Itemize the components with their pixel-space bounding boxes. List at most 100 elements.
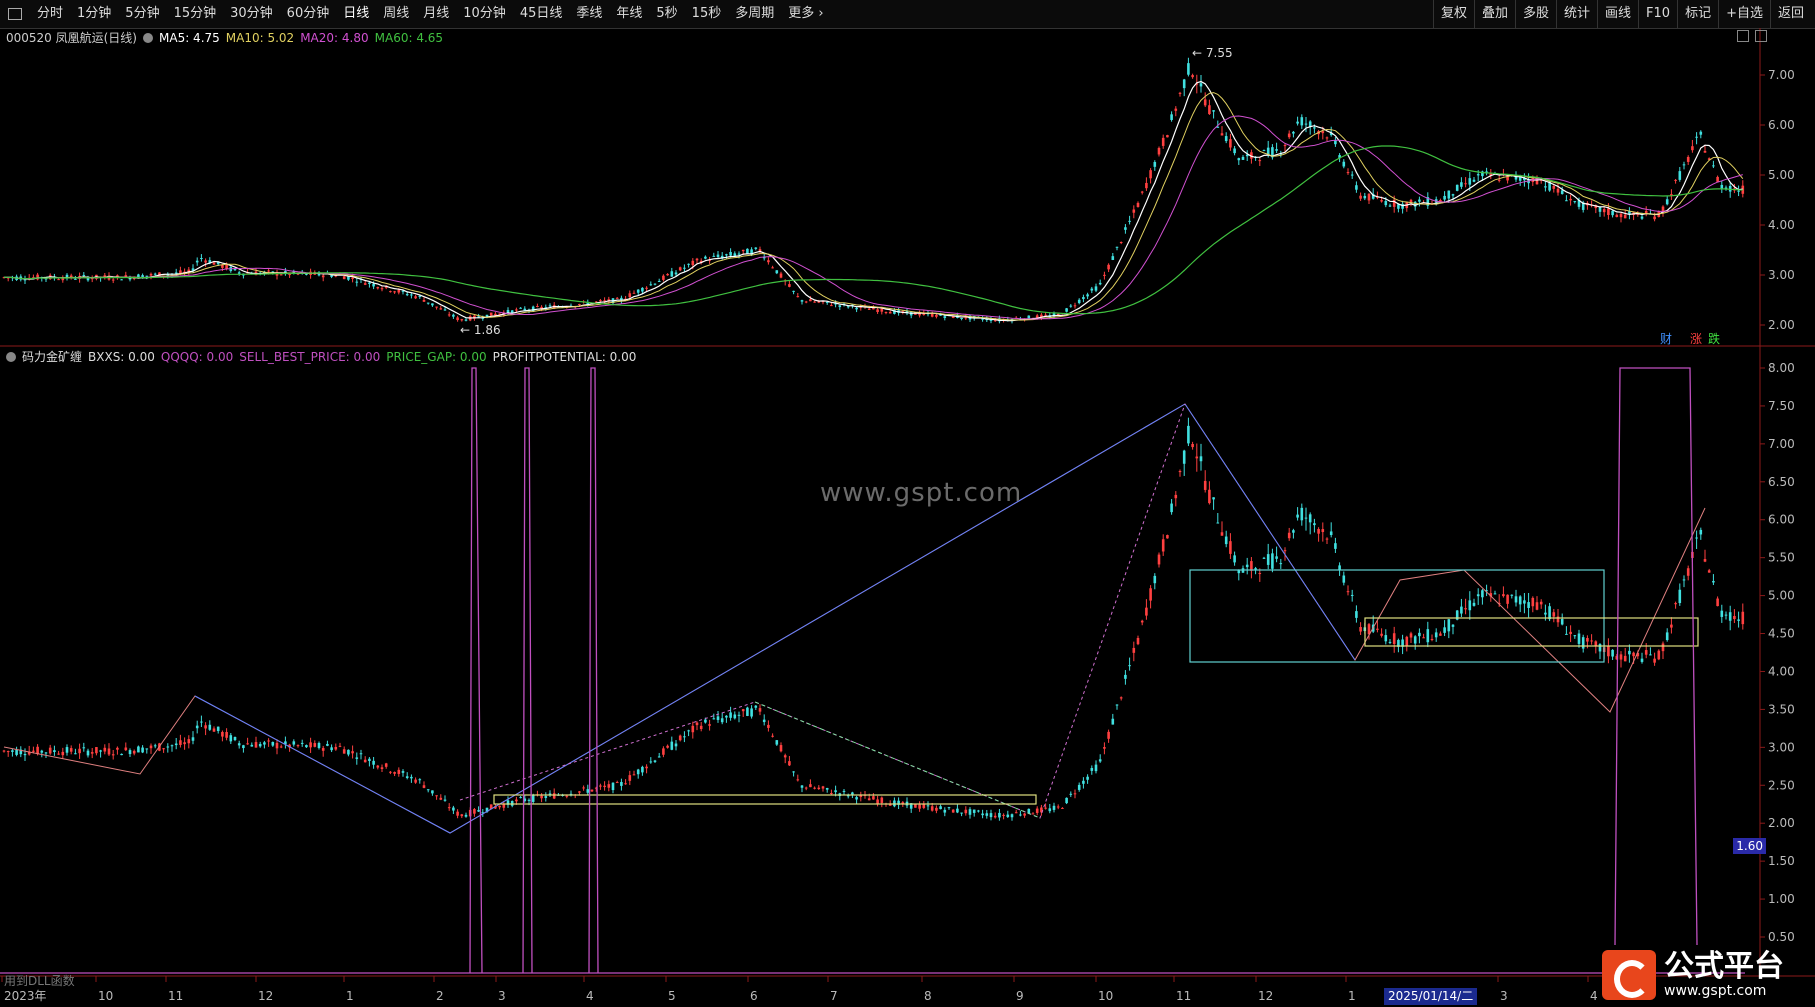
price-candle <box>960 318 963 320</box>
diamond-icon[interactable] <box>1737 30 1749 42</box>
ind-candle <box>1191 444 1194 448</box>
ind-candle <box>972 809 976 813</box>
ind-candle <box>1132 647 1136 653</box>
x-label-10: 7 <box>830 989 838 1003</box>
price-candle <box>368 282 371 285</box>
price-candle <box>1602 209 1606 213</box>
ind-candle <box>1724 614 1728 616</box>
ind-tick-label-14: 1.00 <box>1768 892 1795 906</box>
ind-candle <box>1670 624 1673 628</box>
price-candle <box>1115 246 1119 248</box>
ind-candle <box>1434 632 1438 638</box>
price-candle <box>1145 182 1148 189</box>
price-candle <box>1220 133 1224 136</box>
ind-candle <box>1405 636 1409 646</box>
ind-candle <box>1590 640 1593 642</box>
price-candle <box>1094 286 1098 291</box>
ind-candle <box>645 766 648 769</box>
ind-candle <box>1447 619 1451 632</box>
price-candle <box>771 267 774 269</box>
ind-candle <box>758 708 762 712</box>
ind-candle <box>166 746 170 748</box>
ind-candle <box>15 749 18 755</box>
ind-candle <box>69 748 73 752</box>
price-candle <box>204 260 207 263</box>
price-candle <box>1292 131 1295 134</box>
price-candle <box>1476 174 1480 176</box>
price-candle <box>1460 182 1463 187</box>
ind-candle <box>1056 806 1060 808</box>
price-candle <box>536 305 539 307</box>
ind-candle <box>1548 606 1551 620</box>
price-candle <box>1224 136 1228 142</box>
ind-candle <box>1712 580 1715 583</box>
price-candle <box>1233 148 1236 154</box>
price-candle <box>1178 92 1182 94</box>
price-candle <box>1090 288 1094 291</box>
x-label-7: 4 <box>586 989 594 1003</box>
price-candle <box>279 274 283 276</box>
ind-candle <box>414 779 417 783</box>
ind-candle <box>1728 612 1732 621</box>
price-candle <box>1384 201 1388 206</box>
ind-candle <box>1569 631 1572 635</box>
price-candle <box>1569 198 1572 201</box>
ind-tick-label-1: 7.50 <box>1768 399 1795 413</box>
price-candle <box>1283 145 1287 147</box>
ind-tick-label-3: 6.50 <box>1768 475 1795 489</box>
price-candle <box>393 291 396 293</box>
ind-candle <box>1733 616 1736 620</box>
ind-candle <box>246 743 249 745</box>
ind-candle <box>620 782 623 786</box>
ind-candle <box>410 776 413 779</box>
price-candle <box>347 276 350 280</box>
price-candle <box>1128 220 1131 222</box>
ind-candle <box>1313 523 1316 526</box>
price-candle <box>1468 178 1472 185</box>
ind-candle <box>1090 768 1094 771</box>
ind-candle <box>1187 425 1190 444</box>
settings-icon[interactable] <box>143 32 153 43</box>
brand-logo-icon <box>1602 950 1656 1000</box>
window-icon[interactable] <box>1755 30 1767 42</box>
ind-tick-label-7: 4.50 <box>1768 627 1795 641</box>
ind-candle <box>918 804 921 809</box>
ind-tick-label-6: 5.00 <box>1768 589 1795 603</box>
panel-icons <box>1737 30 1767 42</box>
ind-candle <box>1565 633 1568 635</box>
price-candle <box>817 301 821 303</box>
price-candle <box>1199 83 1203 87</box>
ind-candle <box>767 724 770 728</box>
ind-candle <box>61 751 65 756</box>
price-candle <box>1136 202 1140 207</box>
price-candle <box>704 256 707 259</box>
price-candle <box>800 300 804 302</box>
price-candle <box>888 312 892 314</box>
ind-candle <box>1544 612 1547 615</box>
price-candle <box>456 317 459 321</box>
ind-candle <box>1464 608 1467 610</box>
ind-candle <box>624 783 627 785</box>
price-candle <box>1174 108 1178 111</box>
price-candle <box>1380 200 1383 202</box>
price-candle <box>1304 123 1308 125</box>
price-candle <box>737 253 741 255</box>
ind-candle <box>641 766 644 773</box>
ind-candle <box>296 745 300 747</box>
ind-candle <box>817 787 821 790</box>
ind-candle <box>1392 633 1396 644</box>
price-candle <box>389 291 392 293</box>
price-candle <box>1451 194 1455 196</box>
price-candle <box>452 314 455 317</box>
price-candle <box>376 287 380 289</box>
indicator-settings-icon[interactable] <box>6 351 16 362</box>
ind-candle <box>1380 633 1383 636</box>
ind-candle <box>922 804 926 808</box>
ind-candle <box>1220 532 1224 536</box>
price-candle <box>435 306 438 308</box>
price-candle <box>1703 150 1707 153</box>
date-badge: 2025/01/14/二 <box>1384 988 1478 1005</box>
gap-label: PRICE_GAP: 0.00 <box>386 349 487 364</box>
ind-candle <box>48 747 52 754</box>
ind-candle <box>1653 658 1656 663</box>
